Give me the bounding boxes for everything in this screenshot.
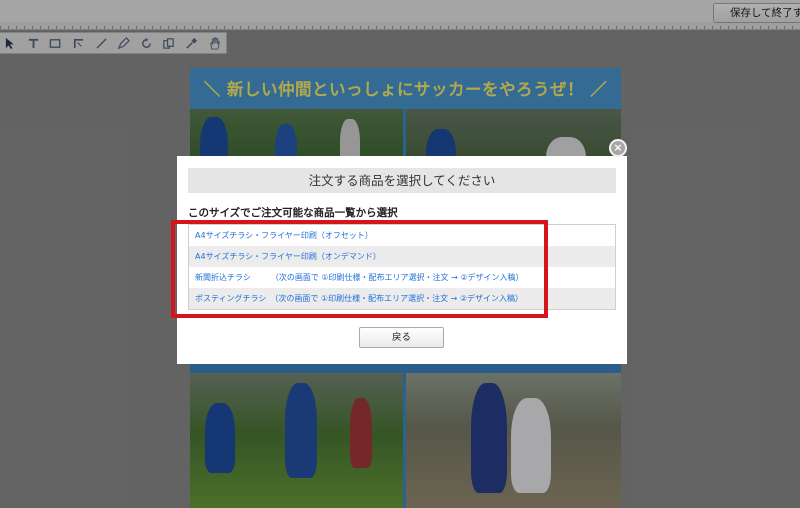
highlight-box: [171, 220, 548, 318]
back-button[interactable]: 戻る: [359, 327, 444, 348]
dialog-subtitle: このサイズでご注文可能な商品一覧から選択: [188, 207, 398, 219]
dialog-title: 注文する商品を選択してください: [188, 168, 616, 193]
close-icon[interactable]: ×: [609, 139, 627, 157]
